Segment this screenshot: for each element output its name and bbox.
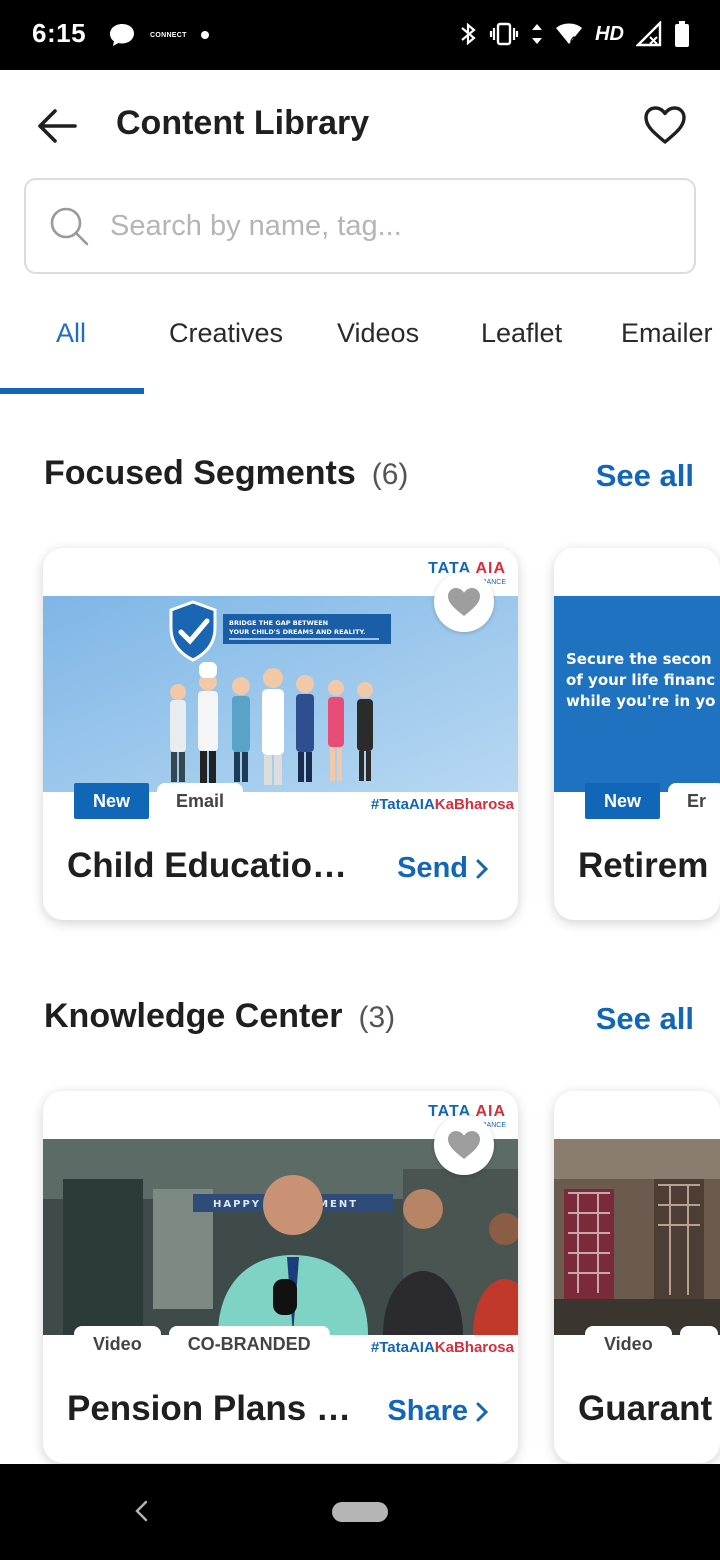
send-label: Send bbox=[397, 852, 468, 884]
nav-home-pill[interactable] bbox=[332, 1502, 388, 1522]
status-right-icons: 4 HD bbox=[459, 20, 690, 48]
svg-text:of your life financ: of your life financ bbox=[566, 671, 715, 689]
status-time: 6:15 bbox=[32, 18, 87, 48]
vibrate-icon bbox=[490, 22, 519, 46]
tag-type: Email bbox=[157, 783, 244, 819]
share-label: Share bbox=[387, 1395, 468, 1427]
tag-extra bbox=[679, 1326, 718, 1362]
section-title: Knowledge Center (3) bbox=[44, 997, 396, 1035]
back-button[interactable] bbox=[30, 104, 84, 148]
category-tabs: All Creatives Videos Leaflet Emailer bbox=[0, 300, 720, 396]
svg-text:4: 4 bbox=[570, 36, 576, 46]
card-title: Guarant bbox=[578, 1389, 713, 1428]
heart-icon bbox=[448, 1131, 480, 1159]
app-bar: Content Library bbox=[0, 70, 720, 180]
bluetooth-icon bbox=[461, 22, 476, 46]
network-type: HD bbox=[595, 22, 624, 45]
heart-icon bbox=[448, 588, 480, 616]
see-all-link[interactable]: See all bbox=[596, 1001, 694, 1037]
svg-text:YOUR CHILD'S DREAMS AND REALIT: YOUR CHILD'S DREAMS AND REALITY. bbox=[228, 628, 366, 636]
tag-new: New bbox=[74, 783, 150, 819]
battery-icon bbox=[675, 21, 689, 47]
connect-icon: CONNECT bbox=[150, 31, 187, 39]
card-title: Pension Plans (… bbox=[67, 1389, 357, 1428]
content-card[interactable]: TATA AIA LIFE INSURANCE BRIDGE THE GAP B… bbox=[43, 548, 518, 920]
tab-creatives[interactable]: Creatives bbox=[169, 318, 283, 349]
svg-text:Secure the secon: Secure the secon bbox=[566, 650, 712, 668]
tab-indicator bbox=[0, 388, 144, 394]
status-bar: 6:15 CONNECT 4 HD bbox=[0, 0, 720, 70]
tab-all[interactable]: All bbox=[56, 318, 86, 349]
focused-segments-header: Focused Segments (6) See all bbox=[44, 454, 694, 504]
favorite-toggle[interactable] bbox=[434, 1115, 494, 1175]
wifi-icon: 4 bbox=[556, 23, 583, 46]
search-box[interactable] bbox=[24, 178, 696, 274]
dot-icon bbox=[200, 31, 209, 39]
page-title: Content Library bbox=[116, 104, 370, 142]
section-count: (3) bbox=[358, 1001, 396, 1034]
card-banner-image: Secure the secon of your life financ whi… bbox=[554, 596, 720, 792]
svg-text:BRIDGE THE GAP BETWEEN: BRIDGE THE GAP BETWEEN bbox=[229, 619, 328, 627]
hashtag: #TataAIAKaBharosa bbox=[370, 796, 514, 813]
tag-type: Video bbox=[585, 1326, 672, 1362]
card-tags: Video bbox=[585, 1326, 718, 1362]
chevron-right-icon bbox=[476, 859, 488, 878]
card-banner-image bbox=[554, 1139, 720, 1335]
favorites-button[interactable] bbox=[640, 100, 690, 150]
content-card[interactable]: TATA AIA LIFE INSURANCE HAPPY RETIREMENT… bbox=[43, 1091, 518, 1463]
section-title: Focused Segments (6) bbox=[44, 454, 409, 492]
search-icon bbox=[48, 205, 90, 247]
hashtag: #TataAIAKaBharosa bbox=[370, 1339, 514, 1356]
card-title: Retirem bbox=[578, 846, 709, 885]
tab-emailer[interactable]: Emailer bbox=[621, 318, 713, 349]
tab-leaflet[interactable]: Leaflet bbox=[481, 318, 562, 349]
search-input[interactable] bbox=[110, 209, 670, 243]
nav-back-button[interactable] bbox=[126, 1496, 156, 1526]
content-card-partial[interactable]: Secure the secon of your life financ whi… bbox=[554, 548, 720, 920]
system-nav-bar bbox=[0, 1464, 720, 1560]
favorite-toggle[interactable] bbox=[434, 572, 494, 632]
card-title: Child Education… bbox=[67, 846, 357, 885]
card-tags: Video CO-BRANDED bbox=[74, 1326, 330, 1362]
tab-videos[interactable]: Videos bbox=[337, 318, 419, 349]
knowledge-center-header: Knowledge Center (3) See all bbox=[44, 997, 694, 1047]
signal-icon bbox=[636, 21, 662, 47]
share-button[interactable]: Share bbox=[387, 1395, 488, 1428]
send-button[interactable]: Send bbox=[397, 852, 488, 885]
data-arrows-icon bbox=[532, 24, 543, 44]
see-all-link[interactable]: See all bbox=[596, 458, 694, 494]
card-tags: New Email bbox=[74, 783, 244, 819]
section-count: (6) bbox=[371, 458, 409, 491]
arrow-left-icon bbox=[38, 109, 77, 143]
chevron-left-icon bbox=[135, 1500, 148, 1522]
status-left-icons: CONNECT bbox=[108, 22, 209, 48]
tag-cobranded: CO-BRANDED bbox=[168, 1326, 330, 1362]
tag-type: Video bbox=[74, 1326, 161, 1362]
tag-type: Er bbox=[668, 783, 720, 819]
tag-new: New bbox=[585, 783, 661, 819]
chevron-right-icon bbox=[476, 1402, 488, 1421]
content-card-partial[interactable]: Video Guarant bbox=[554, 1091, 720, 1463]
heart-outline-icon bbox=[644, 106, 686, 144]
card-tags: New Er bbox=[585, 783, 720, 819]
svg-text:while you're in yo: while you're in yo bbox=[566, 692, 716, 710]
chat-bubble-icon bbox=[110, 24, 134, 46]
